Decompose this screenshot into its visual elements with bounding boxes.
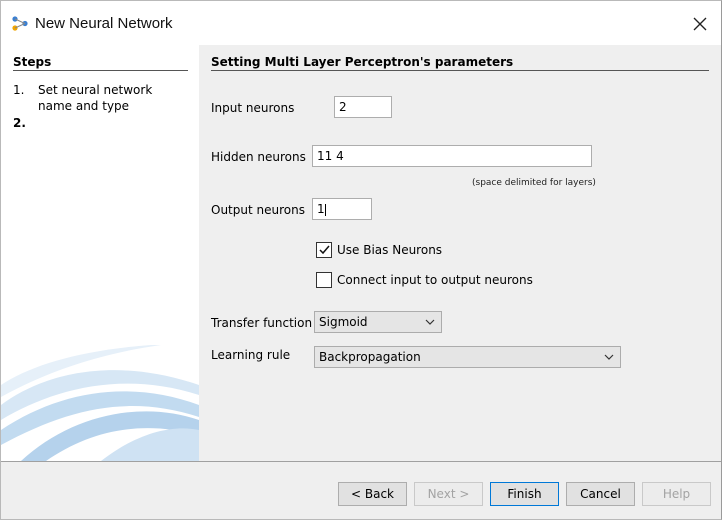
hidden-neurons-field[interactable]: 11 4 bbox=[312, 145, 592, 167]
hidden-neurons-hint: (space delimited for layers) bbox=[472, 178, 596, 188]
steps-heading: Steps bbox=[13, 55, 52, 69]
use-bias-checkbox[interactable] bbox=[316, 242, 332, 258]
transfer-function-label: Transfer function bbox=[211, 316, 313, 330]
decorative-swoosh-graphic bbox=[1, 345, 199, 461]
use-bias-row[interactable]: Use Bias Neurons bbox=[316, 242, 442, 258]
cancel-button[interactable]: Cancel bbox=[566, 482, 635, 506]
transfer-function-value: Sigmoid bbox=[319, 315, 368, 329]
next-button[interactable]: Next > bbox=[414, 482, 483, 506]
neural-network-app-icon bbox=[12, 16, 28, 31]
output-neurons-label: Output neurons bbox=[211, 203, 305, 217]
panel-divider bbox=[211, 70, 709, 71]
chevron-down-icon bbox=[425, 319, 435, 325]
connect-io-row[interactable]: Connect input to output neurons bbox=[316, 272, 533, 288]
transfer-function-select[interactable]: Sigmoid bbox=[314, 311, 442, 333]
finish-button[interactable]: Finish bbox=[490, 482, 559, 506]
output-neurons-field[interactable]: 1 bbox=[312, 198, 372, 220]
help-button[interactable]: Help bbox=[642, 482, 711, 506]
title-bar: New Neural Network bbox=[1, 1, 721, 45]
connect-io-checkbox[interactable] bbox=[316, 272, 332, 288]
learning-rule-select[interactable]: Backpropagation bbox=[314, 346, 621, 368]
learning-rule-label: Learning rule bbox=[211, 348, 291, 362]
back-button[interactable]: < Back bbox=[338, 482, 407, 506]
window-title: New Neural Network bbox=[35, 15, 173, 32]
parameters-panel: Setting Multi Layer Perceptron's paramet… bbox=[199, 45, 721, 461]
text-cursor bbox=[324, 203, 326, 216]
input-neurons-field[interactable]: 2 bbox=[334, 96, 392, 118]
steps-divider bbox=[13, 70, 188, 71]
new-neural-network-dialog: New Neural Network Steps 1. Set neural n… bbox=[0, 0, 722, 520]
button-bar: < Back Next > Finish Cancel Help bbox=[1, 461, 721, 519]
checkmark-icon bbox=[319, 245, 330, 255]
close-icon[interactable] bbox=[687, 11, 713, 37]
chevron-down-icon bbox=[604, 354, 614, 360]
learning-rule-value: Backpropagation bbox=[319, 350, 421, 364]
step-1-label: Set neural network name and type bbox=[38, 83, 153, 113]
steps-pane: Steps 1. Set neural network name and typ… bbox=[1, 45, 199, 461]
connect-io-label: Connect input to output neurons bbox=[337, 273, 533, 287]
input-neurons-label: Input neurons bbox=[211, 101, 295, 115]
output-neurons-value: 1 bbox=[317, 202, 325, 216]
step-1-number: 1. bbox=[13, 83, 25, 97]
use-bias-label: Use Bias Neurons bbox=[337, 243, 443, 257]
panel-heading: Setting Multi Layer Perceptron's paramet… bbox=[211, 55, 514, 69]
hidden-neurons-label: Hidden neurons bbox=[211, 150, 306, 164]
step-2-number: 2. bbox=[13, 116, 26, 130]
